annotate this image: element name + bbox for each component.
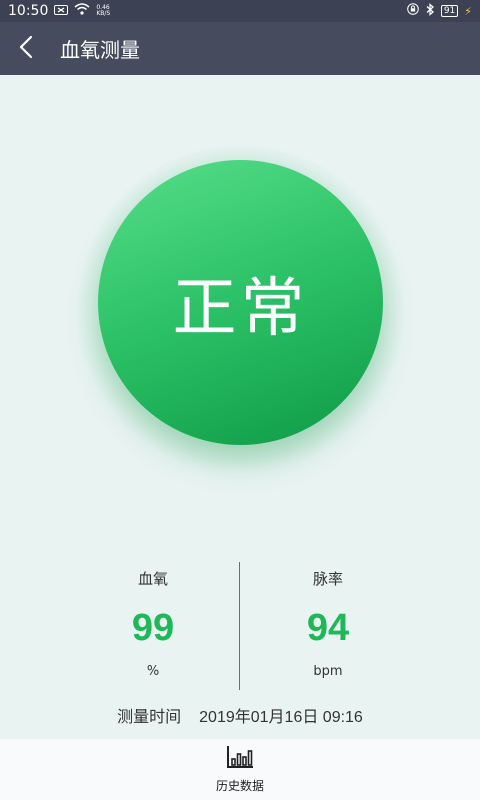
notification-icon [54,4,69,19]
spo2-label: 血氧 [137,570,168,588]
charging-icon: ⚡ [464,4,472,18]
result-status-text: 正常 [172,271,309,346]
measurement-time-value: 2019年01月16日 09:16 [199,709,363,726]
result-circle: 正常 [98,160,383,445]
status-time: 10:50 [8,3,49,19]
metric-divider [239,562,240,690]
network-speed: 0.46 KB/S [96,5,110,17]
page-title: 血氧测量 [60,38,140,62]
network-speed-unit: KB/S [96,10,111,17]
lock-icon [407,3,419,19]
status-bar: 10:50 0.46 KB/S 91 ⚡ [0,0,480,22]
chevron-left-icon [18,35,34,63]
spo2-metric: 血氧 99 % [73,568,233,679]
pulse-unit: bpm [313,664,343,679]
wifi-icon [74,3,90,19]
spo2-value: 99 [131,607,175,649]
history-button[interactable]: 历史数据 [0,739,480,800]
bluetooth-icon [425,2,435,20]
app-bar: 血氧测量 [0,22,480,75]
result-indicator: 正常 [74,142,407,475]
spo2-unit: % [146,664,160,679]
history-label: 历史数据 [215,779,264,793]
measurement-time-label: 测量时间 [117,709,182,726]
measurement-time: 测量时间 2019年01月16日 09:16 [0,703,480,727]
pulse-label: 脉率 [312,570,343,588]
pulse-metric: 脉率 94 bpm [248,568,408,679]
bar-chart-icon [226,745,254,773]
pulse-value: 94 [306,607,350,649]
battery-level: 91 [440,5,459,17]
back-button[interactable] [0,22,52,75]
